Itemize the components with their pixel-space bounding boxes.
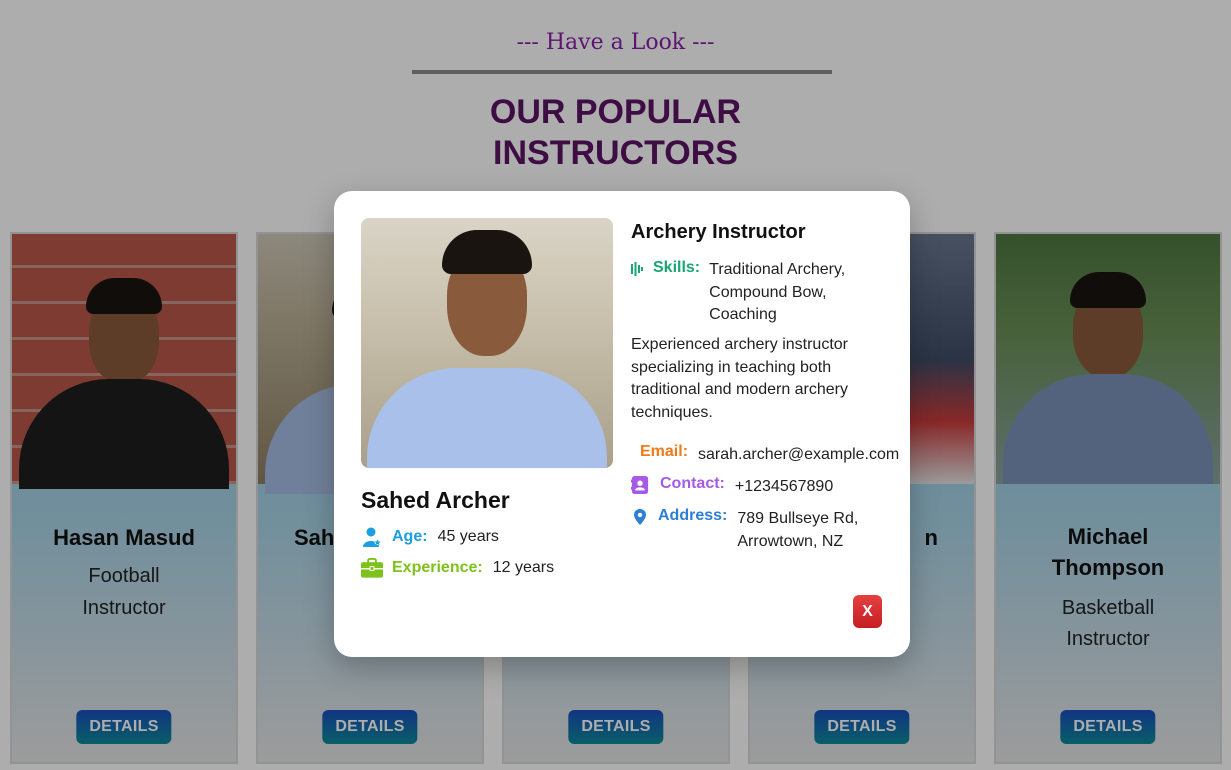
skills-value-line-3: Coaching xyxy=(709,306,777,323)
age-label: Age: xyxy=(392,528,428,545)
skills-row: Skills: Traditional Archery, Compound Bo… xyxy=(631,259,869,327)
contact-label: Contact: xyxy=(660,475,725,492)
description-line: techniques. xyxy=(631,403,713,421)
age-row: Age: 45 years xyxy=(361,526,499,548)
description-line: traditional and modern archery xyxy=(631,381,849,399)
description-line: specializing in teaching both xyxy=(631,358,832,376)
instructor-role: Archery Instructor xyxy=(631,221,806,243)
experience-row: Experience: 12 years xyxy=(361,557,554,579)
instructor-name: Sahed Archer xyxy=(361,487,510,513)
experience-value: 12 years xyxy=(492,559,555,576)
skills-value-line-1: Traditional Archery, xyxy=(709,261,846,278)
address-value: 789 Bullseye Rd, Arrowtown, NZ xyxy=(737,507,858,553)
skills-icon xyxy=(631,262,645,327)
experience-label: Experience: xyxy=(392,559,483,576)
description-line: Experienced archery instructor xyxy=(631,336,848,353)
close-button[interactable]: X xyxy=(853,595,882,628)
address-line-1: 789 Bullseye Rd, xyxy=(737,510,859,527)
contact-value[interactable]: +1234567890 xyxy=(735,475,833,498)
address-row: Address: 789 Bullseye Rd, Arrowtown, NZ xyxy=(631,507,858,553)
skills-value-line-2: Compound Bow, xyxy=(709,283,827,301)
skills-value: Traditional Archery, Compound Bow, Coach… xyxy=(709,259,869,327)
skills-label: Skills: xyxy=(653,259,701,276)
briefcase-icon xyxy=(361,557,383,579)
instructor-details-modal: Sahed Archer Age: 45 years Experience: 1… xyxy=(334,191,910,657)
location-pin-icon xyxy=(631,507,649,527)
contact-row: Contact: +1234567890 xyxy=(631,475,833,498)
instructor-photo xyxy=(361,218,613,468)
contact-card-icon xyxy=(631,475,649,495)
instructor-description: Experienced archery instructor specializ… xyxy=(631,334,881,424)
email-label: Email: xyxy=(640,443,689,460)
address-line-2: Arrowtown, NZ xyxy=(737,533,844,550)
email-row: Email: sarah.archer@example.com xyxy=(640,443,899,466)
address-label: Address: xyxy=(658,507,728,524)
email-value[interactable]: sarah.archer@example.com xyxy=(698,443,899,466)
user-icon xyxy=(361,526,383,548)
age-value: 45 years xyxy=(437,528,499,545)
